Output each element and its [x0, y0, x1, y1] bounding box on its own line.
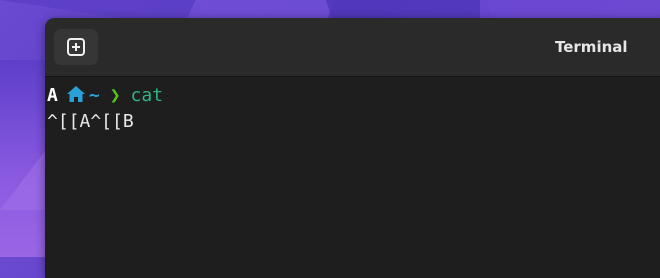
terminal-window[interactable]: Terminal A ~ ❯ cat ^[[A^[[B — [45, 18, 660, 278]
prompt-line: A ~ ❯ cat — [47, 83, 660, 109]
wallpaper-shape — [0, 150, 46, 210]
output-line: ^[[A^[[B — [47, 109, 660, 135]
new-tab-button[interactable] — [54, 29, 98, 65]
new-tab-plus-icon — [66, 37, 86, 57]
prompt-separator: ❯ — [109, 85, 121, 106]
home-icon — [66, 85, 86, 103]
window-title: Terminal — [555, 38, 628, 56]
output-text: ^[[A^[[B — [47, 111, 134, 132]
command-text: cat — [130, 85, 164, 106]
terminal-output[interactable]: A ~ ❯ cat ^[[A^[[B — [45, 77, 660, 135]
title-bar[interactable]: Terminal — [45, 18, 660, 77]
prompt-user-glyph: A — [47, 85, 58, 106]
prompt-path: ~ — [88, 85, 100, 106]
